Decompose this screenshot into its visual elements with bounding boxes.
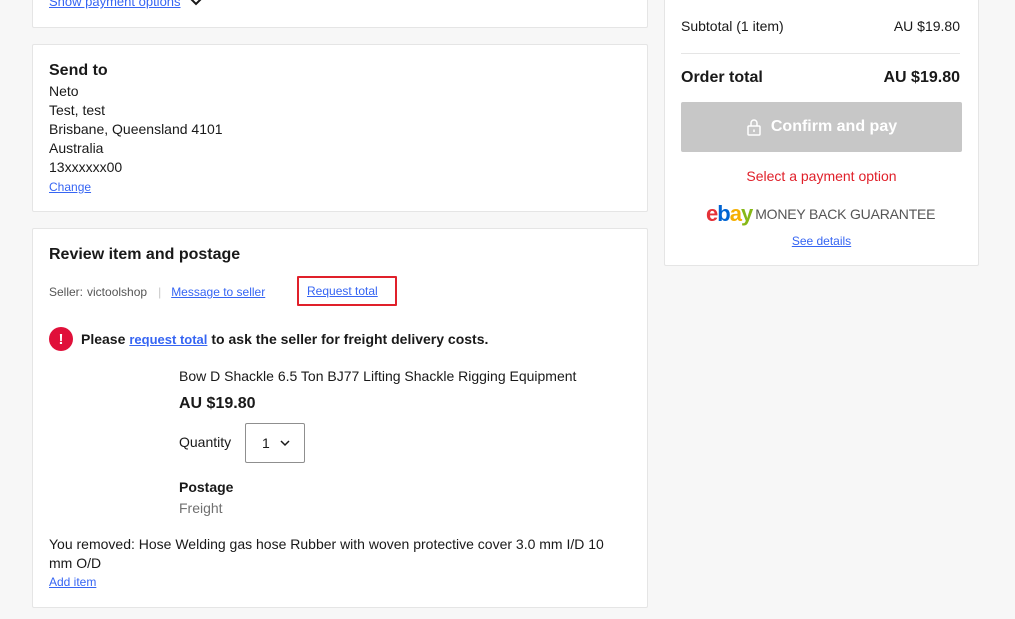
show-payment-options-link[interactable]: Show payment options bbox=[49, 0, 181, 9]
seller-row: Seller: victoolshop | Message to seller bbox=[49, 284, 265, 300]
subtotal-label: Subtotal (1 item) bbox=[681, 18, 784, 34]
order-summary-card: Subtotal (1 item) AU $19.80 Order total … bbox=[664, 0, 979, 266]
send-to-card: Send to Neto Test, test Brisbane, Queens… bbox=[32, 44, 648, 212]
request-total-highlight: Request total bbox=[297, 276, 397, 306]
see-details-row: See details bbox=[665, 234, 978, 248]
alert-suffix: to ask the seller for freight delivery c… bbox=[211, 331, 489, 347]
send-to-title: Send to bbox=[49, 62, 108, 79]
alert-icon: ! bbox=[49, 327, 73, 351]
add-item-link[interactable]: Add item bbox=[49, 575, 96, 589]
request-total-link[interactable]: Request total bbox=[307, 284, 378, 298]
address-line-2: Brisbane, Queensland 4101 bbox=[49, 121, 223, 137]
ebay-logo: ebay bbox=[706, 201, 753, 226]
subtotal-value: AU $19.80 bbox=[893, 18, 960, 34]
postage-label: Postage bbox=[179, 479, 234, 495]
see-details-link[interactable]: See details bbox=[792, 234, 851, 248]
item-price: AU $19.80 bbox=[179, 395, 256, 412]
lock-icon bbox=[747, 119, 761, 136]
address-country: Australia bbox=[49, 140, 104, 156]
select-payment-message: Select a payment option bbox=[746, 168, 897, 184]
review-item-card: Review item and postage Seller: victools… bbox=[32, 228, 648, 608]
recipient-name: Neto bbox=[49, 83, 79, 99]
change-address-link[interactable]: Change bbox=[49, 180, 91, 194]
removed-item-text: You removed: Hose Welding gas hose Rubbe… bbox=[49, 536, 604, 571]
order-total-row: Order total AU $19.80 bbox=[681, 69, 960, 87]
confirm-label: Confirm and pay bbox=[770, 118, 898, 135]
subtotal-row: Subtotal (1 item) AU $19.80 bbox=[681, 18, 960, 34]
quantity-label: Quantity bbox=[179, 434, 232, 450]
quantity-select[interactable]: 1 bbox=[245, 423, 305, 463]
order-total-label: Order total bbox=[681, 69, 763, 86]
seller-name: victoolshop bbox=[87, 285, 148, 299]
address-line-1: Test, test bbox=[49, 102, 106, 118]
payment-card: Show payment options bbox=[32, 0, 648, 28]
alert-prefix: Please bbox=[81, 331, 126, 347]
divider bbox=[681, 53, 960, 54]
alert-request-total-link[interactable]: request total bbox=[129, 332, 207, 347]
chevron-down-icon bbox=[280, 440, 290, 447]
order-total-value: AU $19.80 bbox=[883, 69, 961, 86]
recipient-phone: 13xxxxxx00 bbox=[49, 159, 123, 175]
item-title: Bow D Shackle 6.5 Ton BJ77 Lifting Shack… bbox=[179, 368, 577, 384]
confirm-and-pay-button[interactable]: Confirm and pay bbox=[681, 102, 962, 152]
chevron-down-icon[interactable] bbox=[188, 0, 204, 9]
message-seller-link[interactable]: Message to seller bbox=[171, 285, 265, 299]
seller-label: Seller: bbox=[49, 285, 84, 299]
quantity-value: 1 bbox=[262, 435, 270, 451]
review-title: Review item and postage bbox=[49, 246, 241, 263]
postage-value: Freight bbox=[179, 500, 223, 516]
guarantee-text: MONEY BACK GUARANTEE bbox=[755, 206, 936, 222]
freight-alert: ! Please request total to ask the seller… bbox=[49, 327, 488, 351]
money-back-guarantee: ebay MONEY BACK GUARANTEE bbox=[706, 201, 936, 226]
separator: | bbox=[158, 285, 162, 299]
